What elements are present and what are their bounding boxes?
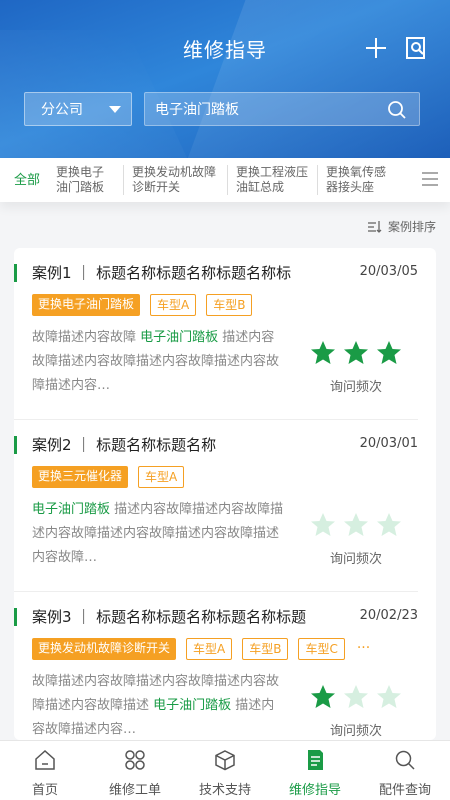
case-date: 20/03/05 xyxy=(359,264,418,279)
model-tag: 车型C xyxy=(298,638,345,660)
model-tag: 车型A xyxy=(186,638,233,660)
frequency-label: 询问频次 xyxy=(329,724,382,739)
repair-tag: 更换发动机故障诊断开关 xyxy=(32,638,177,660)
star-filled-icon xyxy=(311,685,335,708)
guide-icon xyxy=(308,750,323,770)
star-filled-icon xyxy=(311,341,335,364)
model-tag: 车型B xyxy=(206,294,253,316)
case-accent-bar xyxy=(14,436,17,454)
model-tag: 车型B xyxy=(242,638,289,660)
cube-icon xyxy=(215,750,235,771)
desc-text: 故障描述内容故障 xyxy=(32,330,141,345)
grid-icon xyxy=(125,750,145,770)
desc-highlight: 电子油门踏板 xyxy=(153,698,232,713)
tab-category[interactable]: 更换氧传感器接头座 xyxy=(318,165,398,195)
case-accent-bar xyxy=(14,264,17,282)
nav-work-orders[interactable]: 维修工单 xyxy=(90,741,180,800)
star-empty-icon xyxy=(377,685,401,708)
tab-category[interactable]: 更换工程液压油缸总成 xyxy=(228,165,319,195)
add-icon[interactable] xyxy=(364,36,388,60)
case-card[interactable]: 案例3 ｜ 标题名称标题名称标题名称标题 20/02/23 更换发动机故障诊断开… xyxy=(14,592,418,740)
repair-tag: 更换电子油门踏板 xyxy=(32,294,141,316)
rating-stars xyxy=(310,340,402,366)
nav-tech-support[interactable]: 技术支持 xyxy=(180,741,270,800)
sort-button[interactable]: 案例排序 xyxy=(367,218,436,235)
case-description: 故障描述内容故障描述内容故障描述内容故障描述内容故障描述 电子油门踏板 描述内容… xyxy=(32,670,284,740)
category-tabs: 全部 更换电子油门踏板 更换发动机故障诊断开关 更换工程液压油缸总成 更换氧传感… xyxy=(0,158,450,202)
nav-label: 维修指导 xyxy=(288,783,341,798)
nav-parts-search[interactable]: 配件查询 xyxy=(360,741,450,800)
desc-highlight: 电子油门踏板 xyxy=(32,502,111,517)
case-accent-bar xyxy=(14,608,17,626)
star-empty-icon xyxy=(377,513,401,536)
search-box[interactable] xyxy=(144,92,420,126)
search-icon[interactable] xyxy=(387,100,407,120)
header-decoration xyxy=(187,0,450,158)
case-card[interactable]: 案例2 ｜ 标题名称标题名称 20/03/01 更换三元催化器 车型A 电子油门… xyxy=(14,420,418,592)
branch-select-label: 分公司 xyxy=(41,102,83,118)
more-tags-icon[interactable]: ··· xyxy=(357,638,370,660)
nav-label: 维修工单 xyxy=(108,783,161,798)
repair-tag: 更换三元催化器 xyxy=(32,466,129,488)
nav-label: 技术支持 xyxy=(198,783,251,798)
model-tag: 车型A xyxy=(138,466,185,488)
star-empty-icon xyxy=(344,513,368,536)
nav-label: 配件查询 xyxy=(378,783,431,798)
tab-all[interactable]: 全部 xyxy=(0,173,48,188)
bottom-nav: 首页 维修工单 技术支持 维修指导 配件查询 xyxy=(0,740,450,800)
rating-stars xyxy=(310,512,402,538)
tag-row: 更换电子油门踏板 车型A 车型B xyxy=(32,294,262,316)
star-empty-icon xyxy=(311,513,335,536)
case-title: 案例1 ｜ 标题名称标题名称标题名称标 xyxy=(32,264,292,282)
tag-row: 更换三元催化器 车型A xyxy=(32,466,194,488)
search-input[interactable] xyxy=(155,93,375,125)
case-title: 案例2 ｜ 标题名称标题名称 xyxy=(32,436,217,454)
nav-repair-guide[interactable]: 维修指导 xyxy=(270,741,360,800)
tab-category[interactable]: 更换电子油门踏板 xyxy=(48,165,125,195)
branch-select[interactable]: 分公司 xyxy=(24,92,132,126)
sort-label: 案例排序 xyxy=(387,220,436,234)
model-tag: 车型A xyxy=(150,294,197,316)
case-card[interactable]: 案例1 ｜ 标题名称标题名称标题名称标 20/03/05 更换电子油门踏板 车型… xyxy=(14,248,418,420)
search-icon xyxy=(395,750,415,770)
frequency-label: 询问频次 xyxy=(329,380,382,395)
home-icon xyxy=(35,749,55,770)
report-search-icon[interactable] xyxy=(404,36,428,60)
case-title: 案例3 ｜ 标题名称标题名称标题名称标题 xyxy=(32,608,307,626)
desc-highlight: 电子油门踏板 xyxy=(140,330,219,345)
tag-row: 更换发动机故障诊断开关 车型A 车型B 车型C ··· xyxy=(32,638,370,660)
nav-label: 首页 xyxy=(31,783,58,798)
case-description: 电子油门踏板 描述内容故障描述内容故障描述内容故障描述内容故障描述内容故障描述内… xyxy=(32,498,284,570)
header: 维修指导 分公司 xyxy=(0,0,450,158)
star-filled-icon xyxy=(344,341,368,364)
chevron-down-icon xyxy=(109,106,121,113)
case-date: 20/02/23 xyxy=(359,608,418,623)
star-filled-icon xyxy=(377,341,401,364)
case-description: 故障描述内容故障 电子油门踏板 描述内容故障描述内容故障描述内容故障描述内容故障… xyxy=(32,326,284,398)
star-empty-icon xyxy=(344,685,368,708)
case-header: 案例3 ｜ 标题名称标题名称标题名称标题 20/02/23 xyxy=(14,606,418,628)
frequency-label: 询问频次 xyxy=(329,552,382,567)
case-date: 20/03/01 xyxy=(359,436,418,451)
menu-icon[interactable] xyxy=(422,172,438,186)
case-header: 案例2 ｜ 标题名称标题名称 20/03/01 xyxy=(14,434,418,456)
nav-home[interactable]: 首页 xyxy=(0,741,90,800)
sort-bar: 案例排序 xyxy=(0,214,450,238)
rating-stars xyxy=(310,684,402,710)
case-list: 案例1 ｜ 标题名称标题名称标题名称标 20/03/05 更换电子油门踏板 车型… xyxy=(14,248,436,740)
case-header: 案例1 ｜ 标题名称标题名称标题名称标 20/03/05 xyxy=(14,262,418,284)
sort-icon xyxy=(367,220,382,233)
tab-category[interactable]: 更换发动机故障诊断开关 xyxy=(124,165,229,195)
